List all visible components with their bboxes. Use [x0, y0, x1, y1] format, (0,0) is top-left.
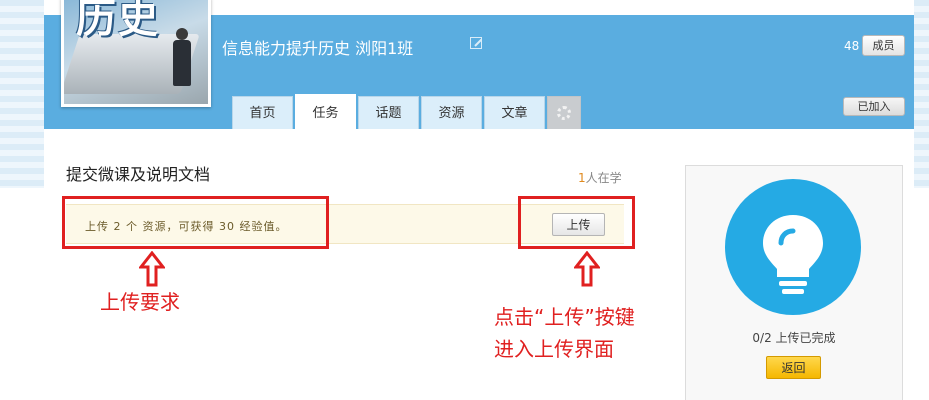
joined-button[interactable]: 已加入	[843, 97, 905, 116]
requirement-annotation: 上传要求	[100, 290, 180, 314]
tab-home[interactable]: 首页	[232, 96, 293, 129]
up-arrow-icon	[574, 251, 600, 287]
task-status-badge	[725, 179, 861, 315]
requirement-highlight-box	[62, 196, 329, 249]
tab-resources[interactable]: 资源	[421, 96, 482, 129]
tab-articles[interactable]: 文章	[484, 96, 545, 129]
class-title: 信息能力提升历史 浏阳1班	[222, 39, 414, 58]
progress-status: 0/2 上传已完成	[752, 331, 836, 345]
gear-icon	[557, 106, 571, 120]
members-button[interactable]: 成员	[862, 35, 905, 56]
background-stripes-right	[914, 0, 929, 188]
upload-highlight-box	[518, 196, 635, 249]
tab-topics[interactable]: 话题	[358, 96, 419, 129]
background-stripes-left	[0, 0, 44, 188]
tab-tasks[interactable]: 任务	[295, 94, 356, 129]
member-count: 48	[844, 39, 860, 53]
up-arrow-icon	[139, 251, 165, 287]
class-cover-image: 历史	[61, 0, 211, 107]
task-title: 提交微课及说明文档	[66, 165, 211, 184]
cover-title: 历史	[76, 0, 160, 42]
person-illustration	[173, 40, 191, 86]
upload-annotation-line1: 点击“上传”按键	[494, 305, 635, 329]
back-button[interactable]: 返回	[766, 356, 821, 379]
learners-count: 1人在学	[578, 171, 622, 185]
upload-annotation-line2: 进入上传界面	[494, 337, 614, 361]
tab-settings[interactable]	[547, 96, 581, 129]
edit-icon[interactable]	[470, 37, 482, 49]
lightbulb-icon	[763, 215, 823, 294]
